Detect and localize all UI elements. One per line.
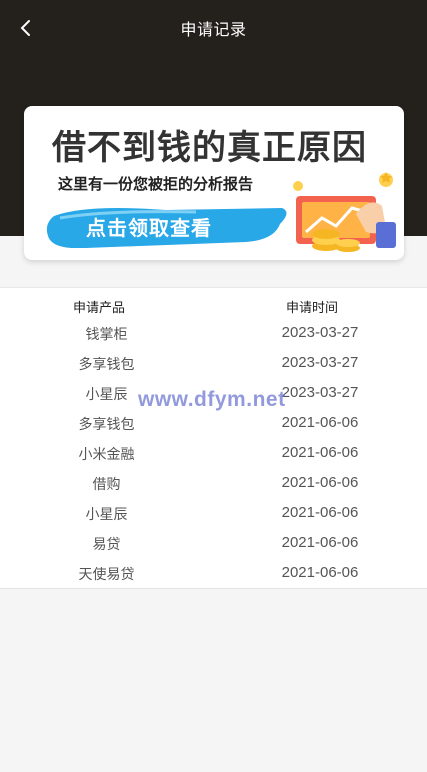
table-row: 借购 2021-06-06 (0, 468, 427, 498)
product-name: 天使易贷 (78, 567, 135, 583)
product-name: 钱掌柜 (85, 327, 128, 343)
apply-time: 2021-06-06 (281, 534, 359, 551)
apply-time: 2023-03-27 (281, 354, 359, 371)
promo-banner[interactable]: 借不到钱的真正原因 这里有一份您被拒的分析报告 点击领取查看 (24, 106, 404, 260)
application-record-table: 申请产品 申请时间 钱掌柜 2023-03-27 多享钱包 2023-03-27… (0, 287, 427, 589)
header-time: 申请时间 (285, 301, 338, 316)
table-row: 钱掌柜 2023-03-27 (0, 318, 427, 348)
table-row: 多享钱包 2021-06-06 (0, 408, 427, 438)
product-name: 小米金融 (78, 447, 135, 463)
apply-time: 2021-06-06 (281, 444, 359, 461)
table-row: 小星辰 2021-06-06 (0, 498, 427, 528)
apply-time: 2021-06-06 (281, 564, 359, 581)
table-row: 多享钱包 2023-03-27 (0, 348, 427, 378)
money-chart-illustration-icon (293, 172, 396, 252)
table-row: 天使易贷 2021-06-06 (0, 558, 427, 588)
apply-time: 2021-06-06 (281, 414, 359, 431)
banner-cta-button[interactable]: 点击领取查看 (86, 212, 212, 241)
product-name: 多享钱包 (78, 357, 135, 373)
product-name: 易贷 (92, 537, 121, 553)
table-row: 易贷 2021-06-06 (0, 528, 427, 558)
table-row: 小米金融 2021-06-06 (0, 438, 427, 468)
watermark-text: www.dfym.net (138, 388, 286, 411)
apply-time: 2023-03-27 (281, 324, 359, 341)
table-header-row: 申请产品 申请时间 (0, 291, 427, 321)
header-product: 申请产品 (72, 301, 125, 316)
apply-time: 2021-06-06 (281, 504, 359, 521)
banner-subtitle: 这里有一份您被拒的分析报告 (58, 175, 254, 193)
apply-time: 2021-06-06 (281, 474, 359, 491)
page: 申请记录 借不到钱的真正原因 这里有一份您被拒的分析报告 点击领取查看 申请产品… (0, 0, 427, 772)
product-name: 小星辰 (85, 507, 128, 523)
product-name: 多享钱包 (78, 417, 135, 433)
page-title: 申请记录 (180, 20, 247, 39)
banner-headline: 借不到钱的真正原因 (52, 128, 367, 168)
app-header: 申请记录 (0, 0, 427, 56)
product-name: 借购 (92, 477, 121, 493)
